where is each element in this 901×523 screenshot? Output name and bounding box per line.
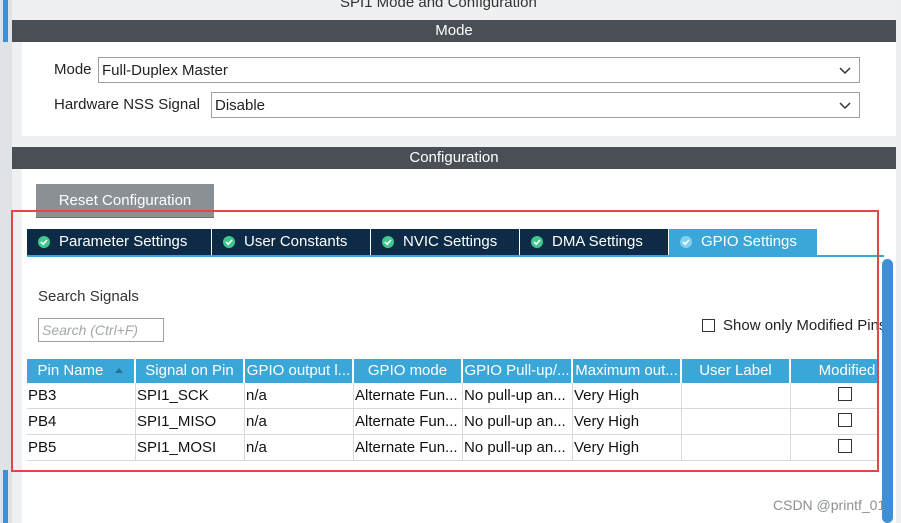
nss-select-value: Disable (215, 97, 266, 114)
check-circle-icon (382, 236, 394, 248)
column-header-gpio-mode[interactable]: GPIO mode (354, 359, 463, 383)
cell-pull: No pull-up an... (463, 383, 573, 408)
check-circle-icon (38, 236, 50, 248)
cell-modified (791, 383, 879, 408)
cell-pull: No pull-up an... (463, 409, 573, 434)
gpio-signals-table: Pin Name Signal on Pin GPIO output l... … (27, 359, 879, 461)
cell-output-level: n/a (245, 383, 354, 408)
mode-select[interactable]: Full-Duplex Master (98, 57, 860, 83)
window-title: SPI1 Mode and Configuration (340, 0, 537, 11)
column-header-user-label[interactable]: User Label (682, 359, 791, 383)
cell-user-label[interactable] (682, 435, 791, 460)
column-header-signal-on-pin[interactable]: Signal on Pin (136, 359, 245, 383)
tab-underline (27, 255, 884, 257)
tab-dma-settings[interactable]: DMA Settings (520, 229, 669, 255)
cell-pin-name: PB5 (27, 435, 136, 460)
table-row[interactable]: PB4 SPI1_MISO n/a Alternate Fun... No pu… (27, 409, 879, 435)
cell-output-level: n/a (245, 409, 354, 434)
vertical-scrollbar[interactable] (882, 259, 893, 523)
check-circle-icon (531, 236, 543, 248)
table-row[interactable]: PB5 SPI1_MOSI n/a Alternate Fun... No pu… (27, 435, 879, 461)
sort-ascending-icon (114, 368, 123, 374)
cell-pin-name: PB4 (27, 409, 136, 434)
mode-section-header: Mode (12, 20, 896, 42)
cell-output-level: n/a (245, 435, 354, 460)
cell-gpio-mode: Alternate Fun... (354, 383, 463, 408)
tab-gpio-settings[interactable]: GPIO Settings (669, 229, 818, 255)
configuration-panel (22, 169, 896, 523)
nss-select[interactable]: Disable (211, 92, 860, 118)
tab-label: NVIC Settings (403, 233, 498, 250)
cell-modified (791, 409, 879, 434)
reset-configuration-button[interactable]: Reset Configuration (36, 184, 214, 217)
mode-select-value: Full-Duplex Master (102, 62, 228, 79)
show-modified-label: Show only Modified Pins (723, 317, 887, 334)
tab-label: DMA Settings (552, 233, 643, 250)
cell-signal: SPI1_MOSI (136, 435, 245, 460)
nss-label: Hardware NSS Signal (54, 96, 200, 113)
cell-modified (791, 435, 879, 460)
chevron-down-icon (839, 102, 851, 110)
left-scroll-indicator-bottom[interactable] (3, 470, 8, 523)
configuration-section-header: Configuration (12, 147, 896, 169)
configuration-tabs: Parameter Settings User Constants NVIC S… (27, 229, 818, 255)
table-row[interactable]: PB3 SPI1_SCK n/a Alternate Fun... No pul… (27, 383, 879, 409)
cell-pin-name: PB3 (27, 383, 136, 408)
tab-label: Parameter Settings (59, 233, 188, 250)
column-header-gpio-pull[interactable]: GPIO Pull-up/... (463, 359, 573, 383)
tab-label: GPIO Settings (701, 233, 797, 250)
cell-signal: SPI1_MISO (136, 409, 245, 434)
tab-parameter-settings[interactable]: Parameter Settings (27, 229, 212, 255)
right-frame (896, 0, 901, 523)
cell-max-speed: Very High (573, 383, 682, 408)
mode-label: Mode (54, 61, 92, 78)
tab-nvic-settings[interactable]: NVIC Settings (371, 229, 520, 255)
cell-signal: SPI1_SCK (136, 383, 245, 408)
chevron-down-icon (839, 67, 851, 75)
column-header-gpio-output-level[interactable]: GPIO output l... (245, 359, 354, 383)
tab-label: User Constants (244, 233, 348, 250)
show-modified-checkbox[interactable] (702, 319, 715, 332)
tab-user-constants[interactable]: User Constants (212, 229, 371, 255)
watermark: CSDN @printf_01 (773, 497, 886, 513)
cell-user-label[interactable] (682, 383, 791, 408)
cell-gpio-mode: Alternate Fun... (354, 435, 463, 460)
cell-max-speed: Very High (573, 435, 682, 460)
check-circle-icon (680, 236, 692, 248)
column-header-modified[interactable]: Modified (791, 359, 879, 383)
modified-checkbox[interactable] (838, 439, 852, 453)
modified-checkbox[interactable] (838, 387, 852, 401)
cell-user-label[interactable] (682, 409, 791, 434)
table-header: Pin Name Signal on Pin GPIO output l... … (27, 359, 879, 383)
column-header-pin-name[interactable]: Pin Name (27, 359, 136, 383)
column-header-maximum-output-speed[interactable]: Maximum out... (573, 359, 682, 383)
column-header-label: Pin Name (37, 362, 104, 379)
modified-checkbox[interactable] (838, 413, 852, 427)
check-circle-icon (223, 236, 235, 248)
left-scroll-indicator[interactable] (3, 0, 8, 42)
cell-gpio-mode: Alternate Fun... (354, 409, 463, 434)
search-input[interactable] (38, 318, 164, 342)
search-signals-label: Search Signals (38, 288, 139, 305)
cell-pull: No pull-up an... (463, 435, 573, 460)
cell-max-speed: Very High (573, 409, 682, 434)
